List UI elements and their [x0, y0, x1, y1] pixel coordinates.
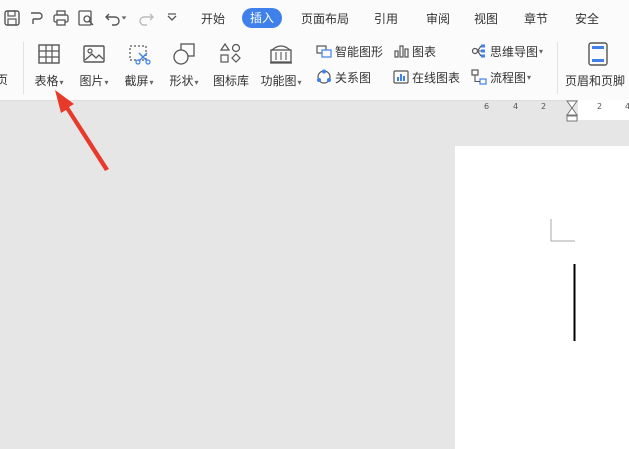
annotation-arrow [55, 90, 109, 171]
ruler-tick: 4 [625, 102, 629, 111]
ruler-tick: 2 [597, 102, 603, 111]
